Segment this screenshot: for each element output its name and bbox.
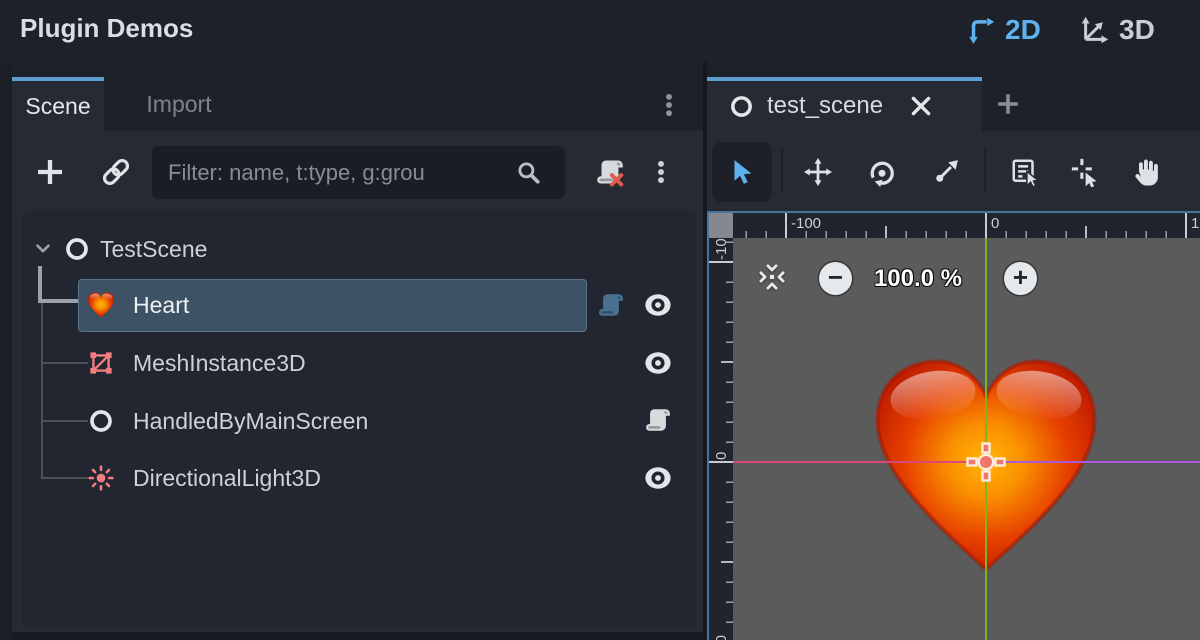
- tab-test-scene[interactable]: test_scene: [707, 77, 982, 131]
- script-icon[interactable]: [597, 291, 625, 319]
- switch-3d-button[interactable]: 3D: [1080, 13, 1155, 47]
- node-circle-icon: [729, 94, 754, 119]
- tree-options-menu-icon[interactable]: [648, 159, 674, 185]
- x-axis-line: [733, 461, 986, 463]
- move-tool-button[interactable]: [803, 157, 833, 187]
- visibility-icon[interactable]: [644, 291, 672, 319]
- position-gizmo-crosshair[interactable]: [964, 440, 1008, 484]
- chevron-down-icon[interactable]: [32, 237, 54, 259]
- detach-script-button[interactable]: [595, 157, 625, 187]
- tree-row-label: MeshInstance3D: [133, 350, 306, 377]
- ruler-tick: [1185, 213, 1187, 238]
- tree-connector: [41, 303, 43, 478]
- select-tool-button[interactable]: [712, 142, 772, 202]
- ruler-label: 100: [713, 635, 730, 640]
- ruler-tick: [721, 361, 733, 363]
- window-edge: [0, 62, 12, 640]
- scene-dock: Scene Import TestScene Heart: [12, 62, 703, 640]
- list-select-tool-button[interactable]: [1010, 157, 1040, 187]
- zoom-out-button[interactable]: −: [819, 262, 852, 295]
- 2d-view-icon: [966, 15, 996, 45]
- bottom-panel-edge: [12, 632, 703, 640]
- instance-scene-link-button[interactable]: [100, 156, 132, 188]
- node-circle-icon: [64, 236, 90, 262]
- zoom-percent[interactable]: 100.0 %: [857, 265, 979, 293]
- tree-row-label: Heart: [133, 292, 189, 319]
- scene-tab-label: test_scene: [767, 92, 883, 120]
- search-icon: [515, 159, 541, 185]
- center-view-button[interactable]: [758, 263, 786, 291]
- canvas-2d[interactable]: − 100.0 % +: [733, 238, 1200, 640]
- canvas-toolbar: [707, 131, 1200, 211]
- ruler-tick: [785, 213, 787, 238]
- dock-tab-bar: Scene Import: [12, 62, 703, 131]
- ruler-label: 100: [1191, 215, 1200, 232]
- close-icon[interactable]: [908, 93, 934, 119]
- x-axis-line-right: [986, 461, 1200, 463]
- ruler-tick: [709, 261, 733, 263]
- ruler-tick: [709, 461, 733, 463]
- dock-options-menu-icon[interactable]: [656, 89, 682, 121]
- filter-input[interactable]: [152, 146, 565, 199]
- page-title: Plugin Demos: [20, 13, 193, 44]
- tree-connector: [41, 420, 88, 422]
- tree-connector: [41, 362, 88, 364]
- tab-import[interactable]: Import: [104, 77, 254, 131]
- ruler-label: -100: [791, 215, 821, 232]
- tree-row-label: HandledByMainScreen: [133, 408, 368, 435]
- tab-scene[interactable]: Scene: [12, 77, 104, 131]
- node-circle-icon: [88, 408, 114, 434]
- directional-light-icon: [88, 465, 114, 491]
- add-node-button[interactable]: [34, 156, 66, 188]
- heart-sprite-icon: [86, 291, 116, 319]
- scene-tab-bar: test_scene: [707, 62, 1200, 131]
- 3d-label: 3D: [1119, 14, 1155, 46]
- tree-row-label: DirectionalLight3D: [133, 465, 321, 492]
- ruler-tick: [721, 561, 733, 563]
- scene-tree-toolbar: [12, 131, 703, 210]
- tree-row-heart[interactable]: Heart: [78, 279, 587, 332]
- tab-scene-label: Scene: [25, 93, 90, 120]
- pivot-tool-button[interactable]: [1070, 157, 1100, 187]
- tree-connector: [38, 266, 42, 303]
- ruler-corner[interactable]: [709, 213, 733, 238]
- scene-tree: TestScene Heart MeshInstance3D HandledBy…: [22, 210, 697, 628]
- ruler-tick: [885, 226, 887, 238]
- scale-tool-button[interactable]: [931, 157, 961, 187]
- tree-connector: [41, 477, 88, 479]
- vertical-ruler: -100 0 100: [709, 238, 733, 640]
- tree-connector: [38, 299, 78, 303]
- viewport-2d: -100 0 100 -100 0 100 − 100.0 % +: [707, 211, 1200, 640]
- rotate-tool-button[interactable]: [867, 157, 897, 187]
- ruler-label: -100: [713, 238, 730, 260]
- ruler-tick: [985, 213, 987, 238]
- ruler-label: 0: [713, 452, 730, 460]
- tab-import-label: Import: [146, 91, 211, 118]
- 2d-label: 2D: [1005, 14, 1041, 46]
- tree-row-label: TestScene: [100, 236, 207, 263]
- new-scene-tab-button[interactable]: [995, 91, 1021, 117]
- select-cursor-icon: [727, 157, 757, 187]
- 3d-view-icon: [1080, 15, 1110, 45]
- ruler-label: 0: [991, 215, 999, 232]
- toolbar-separator: [781, 149, 783, 193]
- pan-tool-button[interactable]: [1130, 157, 1160, 187]
- script-icon[interactable]: [644, 406, 672, 434]
- toolbar-separator: [984, 149, 986, 193]
- switch-2d-button[interactable]: 2D: [966, 13, 1041, 47]
- visibility-icon[interactable]: [644, 349, 672, 377]
- visibility-icon[interactable]: [644, 464, 672, 492]
- y-axis-line: [985, 238, 987, 640]
- ruler-tick: [1085, 226, 1087, 238]
- horizontal-ruler: -100 0 100: [733, 213, 1200, 238]
- mesh-instance-icon: [88, 350, 114, 376]
- title-bar: Plugin Demos 2D 3D: [0, 0, 1200, 62]
- main-viewport-panel: test_scene -100 0 100: [707, 62, 1200, 640]
- zoom-in-button[interactable]: +: [1004, 262, 1037, 295]
